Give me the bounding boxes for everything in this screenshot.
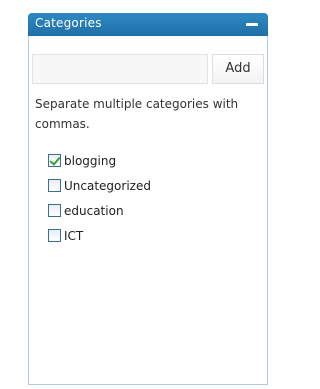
category-item-ict[interactable]: ICT: [48, 226, 151, 245]
category-label: blogging: [64, 153, 117, 168]
minus-icon[interactable]: [246, 23, 258, 26]
checkbox[interactable]: [48, 204, 61, 217]
add-category-row: Add: [32, 54, 264, 86]
category-label: Uncategorized: [64, 178, 151, 193]
category-label: ICT: [64, 228, 84, 243]
help-text: Separate multiple categories with commas…: [35, 97, 239, 131]
checkbox[interactable]: [48, 179, 61, 192]
category-item-education[interactable]: education: [48, 201, 151, 220]
checkbox[interactable]: [48, 154, 61, 167]
panel-title: Categories: [35, 16, 102, 30]
category-label: education: [64, 203, 124, 218]
category-list: blogging Uncategorized education ICT: [48, 151, 151, 251]
category-input[interactable]: [32, 54, 208, 84]
category-item-blogging[interactable]: blogging: [48, 151, 151, 170]
panel-header[interactable]: Categories: [28, 13, 268, 36]
add-button[interactable]: Add: [212, 54, 264, 84]
category-item-uncategorized[interactable]: Uncategorized: [48, 176, 151, 195]
checkbox[interactable]: [48, 229, 61, 242]
